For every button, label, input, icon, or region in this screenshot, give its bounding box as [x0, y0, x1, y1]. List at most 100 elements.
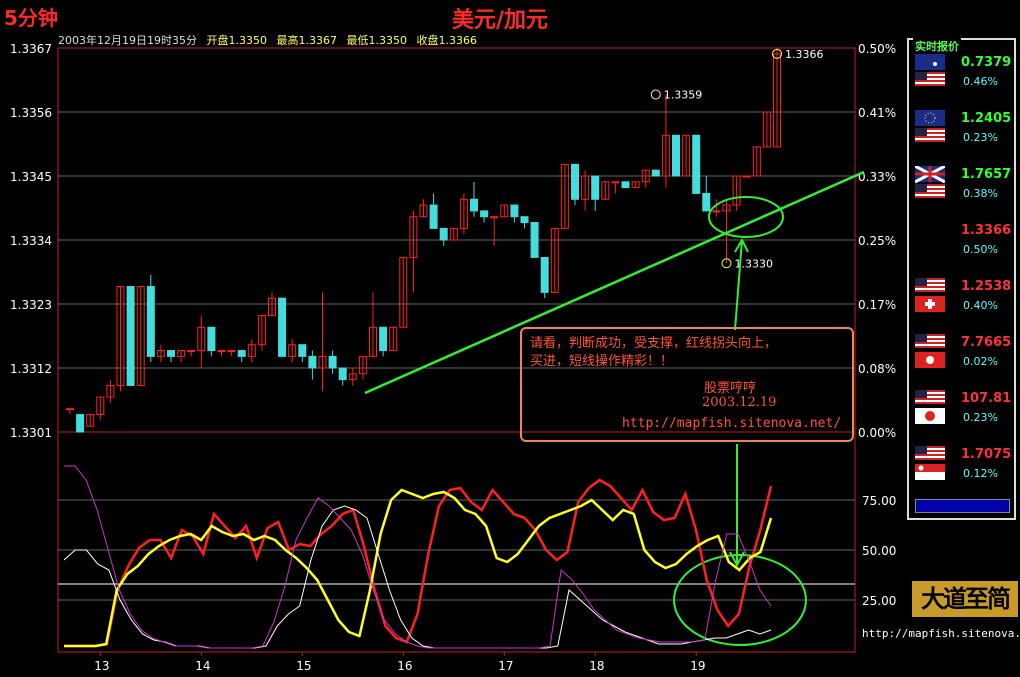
candle	[550, 227, 559, 293]
quote-item[interactable]: 107.81 0.23%	[915, 390, 1013, 430]
candle	[177, 350, 186, 363]
y-pct-tick-label: 0.25%	[858, 234, 896, 248]
candle	[571, 163, 579, 206]
price-annotation-label: 1.3366	[785, 48, 824, 61]
candle-body	[429, 204, 438, 229]
quote-item[interactable]: 1.7657 0.38%	[915, 166, 1013, 206]
candle	[116, 286, 125, 392]
candle	[136, 286, 145, 386]
candle	[247, 338, 256, 363]
candle	[156, 344, 165, 363]
candle	[449, 227, 458, 241]
candle	[661, 94, 670, 188]
osc-tick-label: 25.00	[862, 594, 896, 608]
quote-value: 107.81	[961, 391, 1012, 406]
candle	[288, 338, 297, 363]
quote-percent: 0.12%	[963, 467, 998, 480]
info-open: 开盘1.3350	[206, 34, 267, 47]
candle-body	[621, 181, 630, 189]
quote-value: 1.7657	[961, 167, 1012, 182]
candle	[631, 181, 640, 189]
candle	[167, 350, 175, 363]
x-tick-label: 19	[690, 659, 705, 673]
candle	[76, 414, 85, 433]
candle	[591, 175, 600, 211]
logo: 大道至简	[912, 581, 1018, 617]
y-tick-label: 1.3323	[10, 298, 52, 312]
quote-item[interactable]: 1.7075 0.12%	[915, 446, 1013, 486]
candle	[187, 350, 196, 357]
y-pct-tick-label: 0.00%	[858, 426, 896, 440]
quote-percent: 0.50%	[963, 243, 998, 256]
annotation-note-box: 请看，判断成功，受支撑，红线拐头向上， 买进，短线操作精彩！！ 股票哼哼 200…	[520, 327, 854, 442]
candle	[611, 181, 620, 194]
flag-icon	[915, 166, 945, 198]
flag-icon	[915, 278, 945, 312]
quotes-scrollbar[interactable]	[915, 499, 1010, 513]
flag-icon	[915, 54, 945, 86]
oscillator-series-line	[63, 505, 772, 649]
candle	[560, 163, 569, 229]
quote-value: 7.7665	[961, 335, 1012, 350]
candle	[318, 292, 327, 392]
candle-body	[540, 256, 549, 293]
candle-body	[76, 414, 85, 433]
candle	[742, 175, 751, 178]
candle	[732, 175, 741, 211]
osc-tick-label: 50.00	[862, 544, 896, 558]
x-tick-label: 13	[94, 659, 109, 673]
quote-item[interactable]: 7.7665 0.02%	[915, 334, 1013, 374]
flag-icon	[915, 334, 945, 368]
candle-body	[217, 350, 226, 353]
quote-item[interactable]: 0.7379 0.46%	[915, 54, 1013, 94]
candle	[762, 111, 771, 148]
note-author: 股票哼哼	[704, 381, 757, 396]
info-date: 2003年12月19日19时35分	[58, 34, 197, 47]
quotes-panel-title: 实时报价	[913, 38, 961, 54]
candle-body	[298, 344, 307, 357]
realtime-quotes-panel: 实时报价 0.7379 0.46% 1.2405 0.23% 1.7657 0.38% 1.…	[907, 38, 1016, 520]
quote-item[interactable]: 1.2538 0.40%	[915, 278, 1013, 318]
candle	[621, 181, 630, 189]
quote-percent: 0.40%	[963, 299, 998, 312]
candle	[338, 367, 347, 386]
candle	[682, 134, 691, 177]
note-date: 2003.12.19	[702, 395, 777, 410]
candle-body	[146, 286, 155, 357]
flag-icon	[915, 222, 945, 258]
candle	[96, 396, 105, 421]
candle-body	[66, 408, 74, 411]
x-tick-label: 17	[498, 659, 513, 673]
candle	[389, 326, 398, 352]
candle	[278, 297, 287, 357]
candle-body	[611, 181, 620, 184]
candle	[328, 350, 337, 374]
candle-body	[591, 175, 600, 200]
candle-body	[379, 326, 388, 352]
candle-body	[520, 216, 529, 224]
candle-body	[167, 350, 175, 357]
candle	[672, 134, 680, 177]
candle-body	[237, 350, 246, 357]
y-pct-tick-label: 0.08%	[858, 362, 896, 376]
oscillator-series-line	[64, 478, 773, 648]
candle	[490, 216, 499, 246]
flag-icon	[915, 110, 945, 142]
candle	[66, 408, 74, 415]
y-pct-tick-label: 0.17%	[858, 298, 896, 312]
candle-body	[480, 210, 489, 218]
candle	[470, 181, 478, 217]
y-tick-label: 1.3312	[10, 362, 52, 376]
candle	[459, 193, 468, 235]
candle	[500, 204, 509, 218]
candle	[692, 134, 701, 194]
candle	[308, 350, 317, 380]
website-url: http://mapfish.sitenova.net/	[862, 627, 1020, 640]
candle-body	[187, 350, 196, 353]
quote-value: 1.3366	[961, 223, 1012, 238]
quote-item[interactable]: 1.2405 0.23%	[915, 110, 1013, 150]
quote-item[interactable]: 1.3366 0.50%	[915, 222, 1013, 262]
candle	[773, 48, 781, 148]
flag-icon	[915, 390, 945, 424]
candle	[257, 315, 266, 351]
